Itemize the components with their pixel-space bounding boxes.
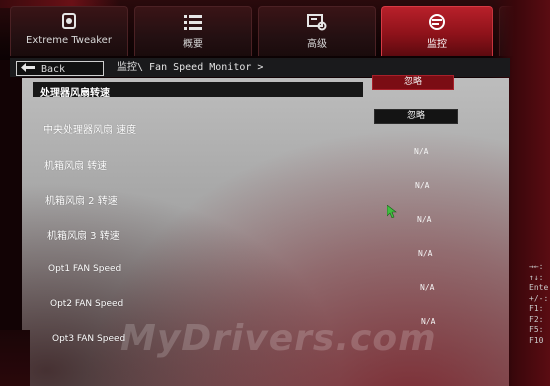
advanced-icon <box>307 14 327 31</box>
help-key: F10 <box>529 335 544 345</box>
help-key: Ente <box>529 283 549 292</box>
tab-label: 概要 <box>183 39 203 50</box>
breadcrumb: 监控\ Fan Speed Monitor > <box>117 62 264 73</box>
tab-label: Extreme Tweaker <box>26 35 112 46</box>
row-opt2-fan-label: Opt2 FAN Speed <box>50 299 124 309</box>
row-chassis-fan-3-label: 机箱风扇 3 转速 <box>47 231 120 242</box>
row-opt3-fan-label: Opt3 FAN Speed <box>52 334 126 344</box>
top-tab-bar: Extreme Tweaker 概要 高级 监控 <box>0 0 550 60</box>
row-chassis-fan-3-value: N/A <box>417 215 432 224</box>
help-keys: →←: ↑↓: Ente +/-: F1: F2: F5: F10 <box>529 262 550 346</box>
mouse-cursor-icon <box>387 205 397 218</box>
back-button[interactable]: Back <box>16 61 104 76</box>
row-chassis-fan-value: N/A <box>414 147 429 156</box>
row-chassis-fan-2-value: N/A <box>415 181 430 190</box>
watermark: MyDrivers.com <box>120 318 437 359</box>
bottom-left-frame <box>0 330 30 386</box>
row-cpu-fan-speed-label[interactable]: 处理器风扇转速 <box>40 84 110 99</box>
row-opt1-fan-label: Opt1 FAN Speed <box>48 264 122 274</box>
help-key: F2: <box>529 314 544 324</box>
tab-extreme-tweaker[interactable]: Extreme Tweaker <box>10 6 128 56</box>
tab-monitor[interactable]: 监控 <box>381 6 493 56</box>
tab-label: 监控 <box>427 39 447 50</box>
help-key: →←: <box>529 262 544 271</box>
help-key: ↑↓: <box>529 272 544 282</box>
list-icon <box>184 15 202 30</box>
help-key: F5: <box>529 325 544 334</box>
tab-advanced[interactable]: 高级 <box>258 6 376 56</box>
back-label: Back <box>41 64 66 75</box>
row-chassis-fan-2-label: 机箱风扇 2 转速 <box>45 196 118 207</box>
help-key: +/-: <box>529 293 549 303</box>
back-arrow-icon <box>21 62 35 77</box>
tab-label: 高级 <box>307 39 327 50</box>
row-opt2-fan-value: N/A <box>420 283 435 292</box>
tab-overview[interactable]: 概要 <box>134 6 252 56</box>
row-opt1-fan-value: N/A <box>418 249 433 258</box>
row-chassis-fan-label: 机箱风扇 转速 <box>44 161 108 172</box>
help-key: F1: <box>529 304 544 313</box>
row-cpu-fan-label[interactable]: 中央处理器风扇 速度 <box>43 121 136 136</box>
row-cpu-fan-value[interactable]: 忽略 <box>374 109 458 124</box>
monitor-icon <box>429 14 445 30</box>
row-cpu-fan-speed-value[interactable]: 忽略 <box>372 75 454 90</box>
tweaker-icon <box>62 13 76 29</box>
